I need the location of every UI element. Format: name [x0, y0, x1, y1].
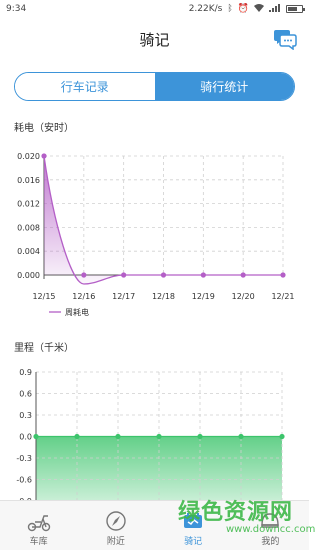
x-tick-label: 12/15: [32, 292, 55, 301]
x-tick-label: 12/17: [112, 292, 135, 301]
y-tick-label: 0.016: [17, 176, 40, 185]
distance-data-point: [197, 433, 203, 440]
y-tick-label: 0.004: [17, 247, 40, 256]
segment-control: 行车记录 骑行统计: [14, 72, 295, 101]
distance-chart: 0.90.60.30.0-0.3-0.6-0.9: [16, 368, 285, 505]
watermark-main: 绿色资源网: [178, 500, 294, 525]
distance-data-point: [156, 433, 162, 440]
tab-nearby-label: 附近: [106, 537, 125, 547]
power-data-point: [121, 272, 127, 278]
status-time: 9:34: [6, 4, 27, 14]
signal-icon: [269, 3, 281, 15]
distance-data-point: [115, 433, 121, 440]
power-data-point: [81, 272, 87, 278]
power-data-point: [41, 153, 47, 159]
x-tick-label: 12/18: [152, 292, 175, 301]
y-tick-label: 0.9: [19, 368, 32, 377]
compass-icon: [106, 511, 126, 531]
tab-ride-stats[interactable]: 骑行统计: [154, 73, 294, 100]
y-tick-label: 0.6: [19, 390, 32, 399]
y-tick-label: -0.6: [16, 476, 32, 485]
app-header: 骑记: [0, 18, 309, 60]
status-bar: 9:34 2.22K/s ᛒ ⏰: [0, 0, 309, 18]
watermark-url: www.downcc.com: [226, 524, 316, 535]
battery-icon: [286, 5, 305, 13]
tab-garage-label: 车库: [29, 537, 48, 547]
chat-button[interactable]: [273, 28, 297, 51]
bluetooth-icon: ᛒ: [227, 3, 233, 14]
y-tick-label: 0.012: [17, 200, 40, 209]
wifi-icon: [254, 3, 264, 15]
y-tick-label: 0.000: [17, 271, 40, 280]
power-chart: 0.020 0.016 0.012 0.008 0.004 0.000 12/15 12/16…: [17, 152, 294, 317]
scooter-icon: [27, 515, 50, 532]
y-tick-label: 0.0: [19, 433, 32, 442]
power-data-point: [160, 272, 167, 278]
distance-data-point: [238, 433, 244, 440]
distance-data-point: [74, 433, 80, 440]
page-title: 骑记: [139, 30, 170, 49]
legend-label: 周耗电: [65, 307, 89, 317]
distance-data-point: [33, 433, 39, 440]
y-tick-label: 0.020: [17, 152, 40, 161]
alarm-icon: ⏰: [237, 3, 249, 14]
tab-ride-records[interactable]: 行车记录: [15, 73, 155, 100]
x-tick-label: 12/20: [232, 292, 255, 301]
distance-data-point: [279, 433, 285, 440]
tab-nearby[interactable]: 附近: [77, 501, 154, 550]
x-tick-label: 12/19: [192, 292, 215, 301]
y-tick-label: 0.008: [17, 223, 40, 232]
power-chart-title: 耗电（安时）: [14, 123, 74, 134]
battery-level: [288, 7, 298, 11]
chat-bubbles-icon: [274, 30, 297, 51]
y-tick-label: -0.3: [16, 454, 32, 463]
power-data-point: [200, 272, 206, 278]
tab-garage[interactable]: 车库: [0, 501, 77, 550]
x-tick-label: 12/21: [271, 292, 294, 301]
power-data-point: [240, 272, 246, 278]
y-tick-label: 0.3: [19, 411, 32, 420]
status-icons: 2.22K/s ᛒ ⏰: [188, 3, 305, 15]
net-speed: 2.22K/s: [188, 4, 223, 14]
x-tick-label: 12/16: [72, 292, 95, 301]
power-data-point: [280, 272, 286, 278]
watermark: 绿色资源网 www.downcc.com: [178, 494, 315, 550]
distance-chart-title: 里程（千米）: [14, 343, 74, 354]
